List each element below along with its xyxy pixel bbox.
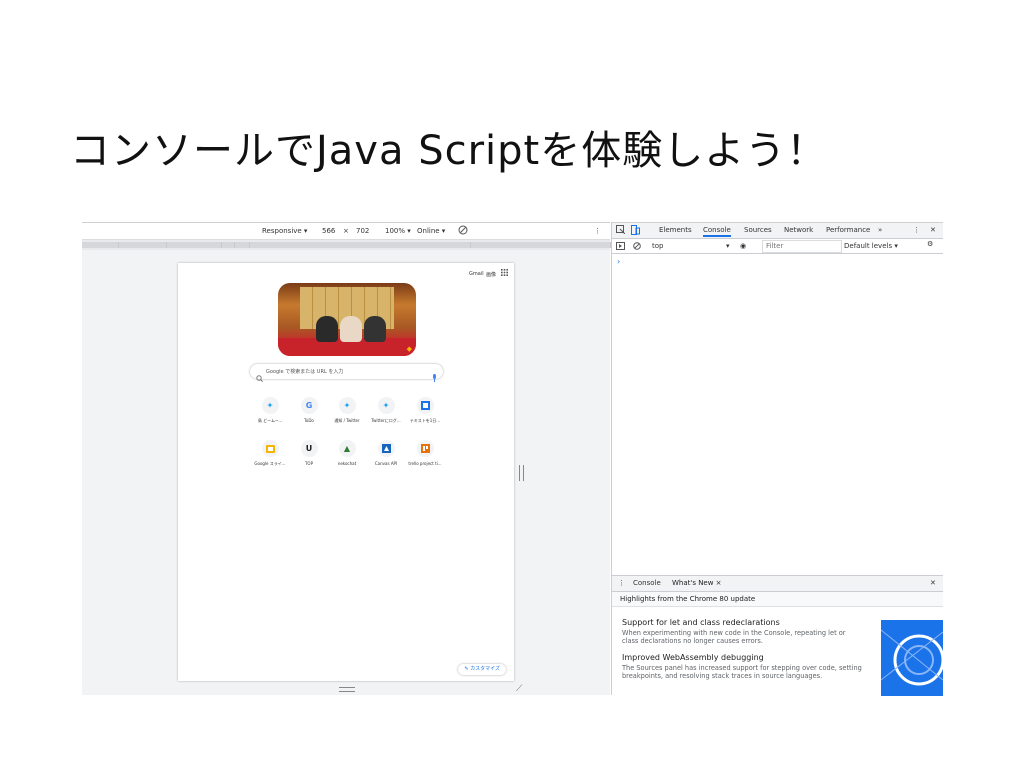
mdn-icon [377,440,395,457]
context-dropdown-arrow[interactable]: ▾ [726,242,730,250]
shortcut-label: nekochat [337,461,357,466]
u-logo-icon: U [300,440,318,457]
shortcut-tile[interactable]: G ToDo [290,397,328,423]
shortcut-tile[interactable]: Google スライ... [251,440,289,467]
log-levels-dropdown[interactable]: Default levels ▾ [844,242,898,250]
shortcut-tile[interactable]: ✦ 通知 / Twitter [328,397,366,424]
doll-left-image [316,316,338,342]
twitter-icon: ✦ [261,397,279,414]
console-toolbar: top ▾ ◉ Filter Default levels ▾ ⚙ [612,239,943,254]
shortcut-label: 鳥 どーム~... [257,418,283,423]
shortcut-label: trello project ti... [408,461,442,466]
height-input[interactable]: 702 [356,227,369,235]
item-title[interactable]: Support for let and class redeclarations [622,618,780,627]
search-box[interactable]: Google で検索または URL を入力 [250,364,443,382]
slides-icon [261,440,279,457]
shortcut-tile[interactable]: trello project ti... [406,440,444,466]
customize-label: カスタマイズ [470,666,500,672]
media-query-ruler[interactable] [82,240,611,250]
twitter-icon: ✦ [338,397,356,414]
settings-menu-icon[interactable]: ⋮ [913,226,920,234]
clear-console-icon[interactable] [633,242,641,252]
zoom-dropdown[interactable]: 100% ▾ [385,227,411,235]
item-description: The Sources panel has increased support … [622,664,862,680]
device-mode-pane: Responsive ▾ 566 × 702 100% ▾ Online ▾ ⋮… [82,222,611,695]
shortcut-label: TOP [304,461,313,466]
search-placeholder: Google で検索または URL を入力 [266,369,344,375]
shortcut-label: Canvas API [374,461,398,466]
console-prompt[interactable]: › [617,257,620,266]
google-doodle[interactable]: ◆ [278,283,416,356]
slide-title: コンソールでJava Scriptを体験しよう！ [70,128,828,174]
gear-icon[interactable]: ⚙ [927,240,933,248]
drawer-close-icon[interactable]: ✕ [930,579,936,587]
tab-sources[interactable]: Sources [744,226,772,234]
times-sign: × [343,227,349,235]
microphone-icon[interactable] [432,367,437,386]
mountain-icon: ▲ [338,440,356,457]
devtools-panel: Elements Console Sources Network Perform… [611,222,943,696]
item-title[interactable]: Improved WebAssembly debugging [622,653,764,662]
resize-handle-vertical[interactable] [519,465,524,481]
device-toggle-icon[interactable] [631,225,640,237]
pencil-icon: ✎ [464,666,469,672]
width-input[interactable]: 566 [322,227,335,235]
tab-console[interactable]: Console [703,226,731,237]
drawer-menu-icon[interactable]: ⋮ [618,579,625,587]
shortcut-tile[interactable]: ✦ 鳥 どーム~... [251,397,289,424]
more-tabs-button[interactable]: » [878,226,882,234]
resize-corner-icon[interactable]: ⟋ [516,684,522,694]
search-icon [256,367,263,386]
tab-network[interactable]: Network [784,226,813,234]
apps-grid-icon[interactable] [501,269,508,278]
google-g-icon: G [300,397,318,414]
tab-performance[interactable]: Performance [826,226,870,234]
shortcut-label: テキストを1日... [409,418,441,423]
shortcut-tile[interactable]: U TOP [290,440,328,466]
tab-elements[interactable]: Elements [659,226,692,234]
shortcut-label: Twitterにログ... [371,418,401,423]
shortcut-tile[interactable]: テキストを1日... [406,397,444,424]
doll-right-image [364,316,386,342]
shortcut-label: ToDo [304,418,314,423]
filter-placeholder: Filter [766,242,784,250]
shortcut-tile[interactable]: ▲ nekochat [328,440,366,466]
filter-input[interactable]: Filter [762,240,842,253]
devtools-drawer: ⋮ Console What's New × ✕ Highlights from… [612,575,943,696]
drawer-tab-console[interactable]: Console [633,579,661,587]
highlights-banner: Highlights from the Chrome 80 update [612,592,943,607]
throttle-dropdown[interactable]: Online ▾ [417,227,445,235]
device-toolbar: Responsive ▾ 566 × 702 100% ▾ Online ▾ ⋮ [82,223,610,240]
sidebar-toggle-icon[interactable] [616,242,625,252]
resize-handle-horizontal[interactable] [339,687,355,692]
shortcut-tile[interactable]: Canvas API [367,440,405,466]
drawer-tabbar: ⋮ Console What's New × ✕ [612,576,943,592]
devtools-tabbar: Elements Console Sources Network Perform… [612,223,943,239]
shortcut-label: Google スライ... [254,461,286,466]
chrome-80-graphic [881,620,943,696]
square-link-icon [416,397,434,414]
emulated-viewport: Gmail 画像 ◆ Google で検索または URL を入力 ✦ 鳥 どーム… [178,263,514,681]
shortcut-label: 通知 / Twitter [334,418,360,423]
customize-button[interactable]: ✎ カスタマイズ [458,664,506,675]
close-icon[interactable]: ✕ [930,226,936,234]
twitter-icon: ✦ [377,397,395,414]
gmail-link[interactable]: Gmail [469,271,484,277]
trello-icon [416,440,434,457]
item-description: When experimenting with new code in the … [622,629,846,645]
eye-icon[interactable]: ◉ [740,242,746,250]
doll-center-image [340,316,362,342]
context-select[interactable]: top [652,242,663,250]
responsive-dropdown[interactable]: Responsive ▾ [262,227,307,235]
images-link[interactable]: 画像 [486,271,496,278]
highlights-text: Highlights from the Chrome 80 update [620,595,756,603]
inspect-element-icon[interactable] [616,225,626,236]
shortcut-tile[interactable]: ✦ Twitterにログ... [367,397,405,424]
rotate-icon[interactable] [458,225,468,237]
drawer-tab-whats-new[interactable]: What's New × [672,579,722,587]
share-icon[interactable]: ◆ [407,345,412,353]
more-options-icon[interactable]: ⋮ [594,227,601,235]
